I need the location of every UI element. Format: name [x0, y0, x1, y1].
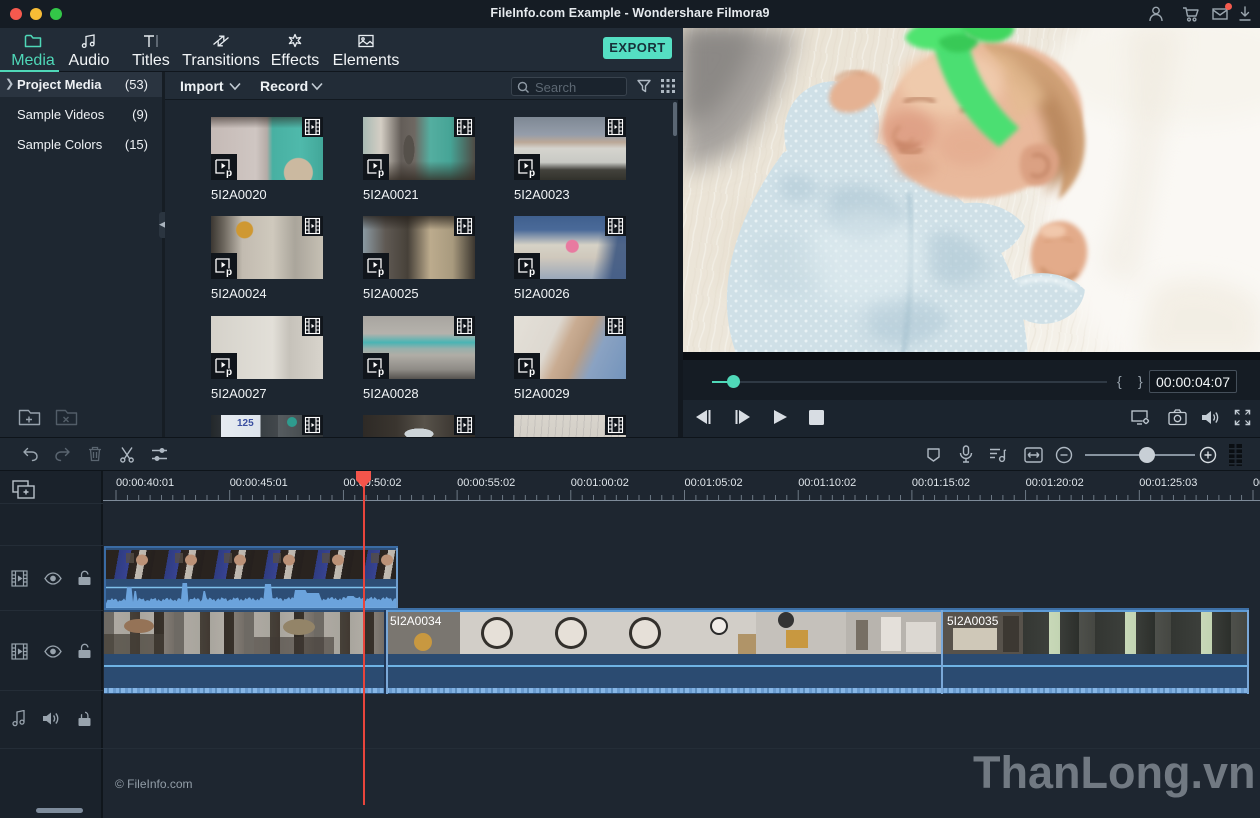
svg-text:p: p	[378, 168, 384, 179]
svg-text:p: p	[226, 267, 232, 278]
svg-text:p: p	[378, 267, 384, 278]
svg-text:p: p	[529, 267, 535, 278]
svg-text:p: p	[529, 168, 535, 179]
svg-text:p: p	[226, 367, 232, 378]
svg-text:p: p	[529, 367, 535, 378]
svg-text:p: p	[226, 168, 232, 179]
svg-text:p: p	[378, 367, 384, 378]
